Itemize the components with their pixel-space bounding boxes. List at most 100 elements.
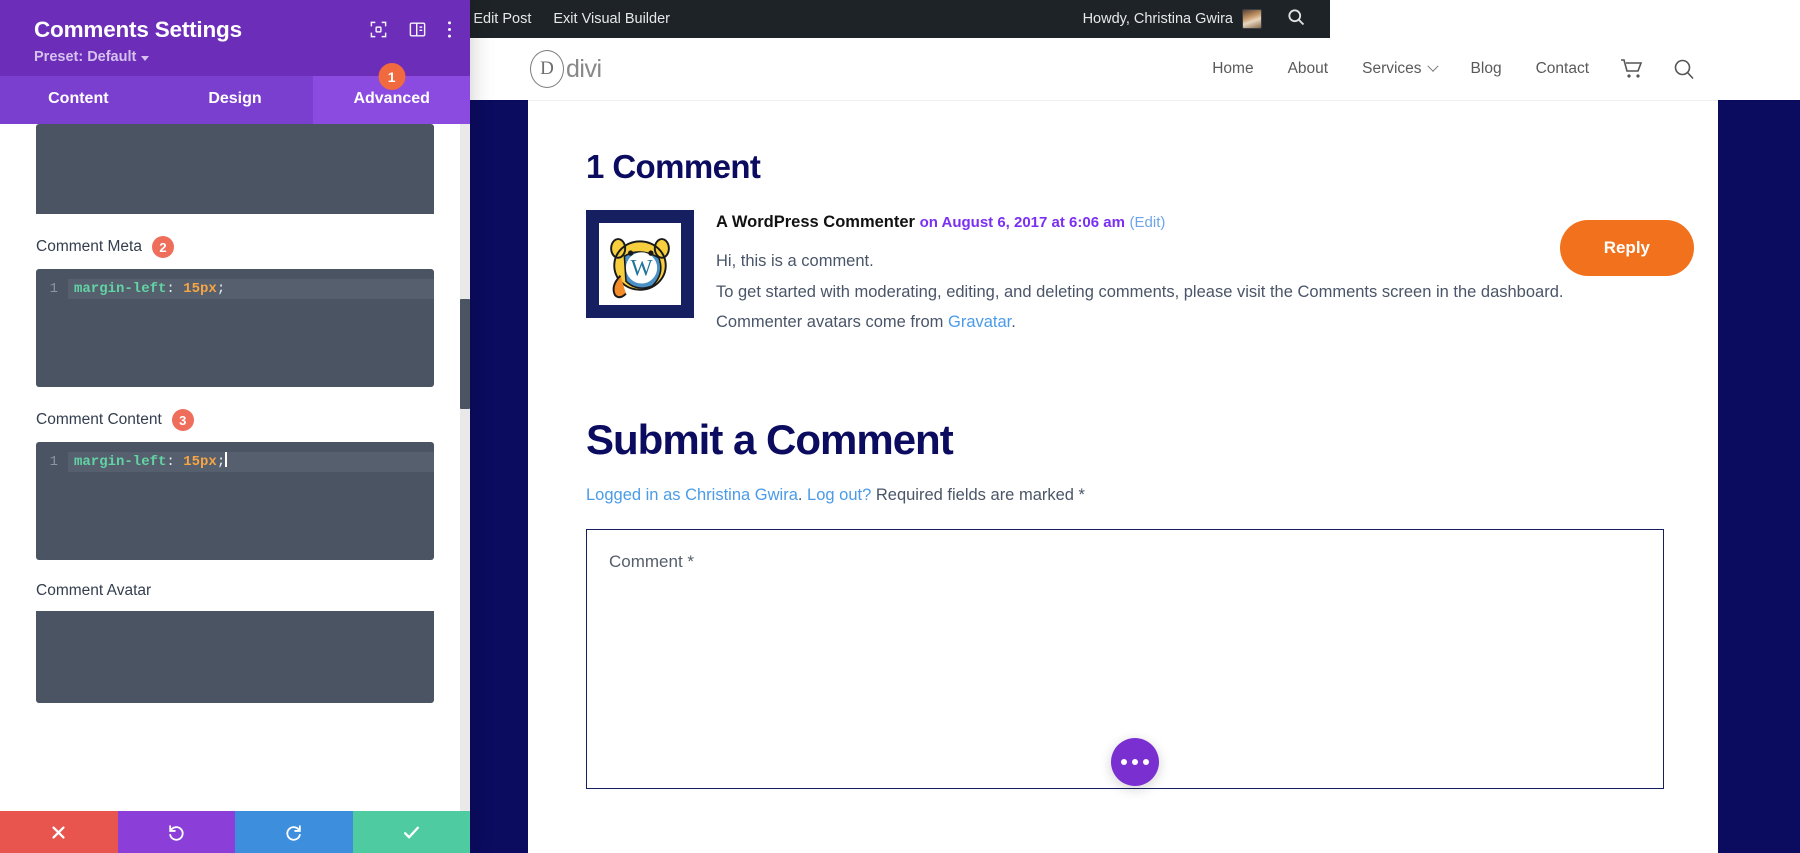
undo-icon bbox=[167, 823, 186, 842]
site-header: D divi Home About Services Blog Contact bbox=[470, 38, 1800, 100]
code-editor-comment-content[interactable]: 1 margin-left: 15px; bbox=[36, 442, 434, 560]
primary-nav: Home About Services Blog Contact bbox=[1195, 57, 1710, 81]
site-preview: D divi Home About Services Blog Contact … bbox=[470, 0, 1800, 853]
tab-content[interactable]: Content bbox=[0, 76, 157, 124]
chevron-down-icon bbox=[1426, 60, 1439, 72]
comment-paragraph-tail: . bbox=[1011, 313, 1016, 332]
text-cursor bbox=[225, 452, 227, 467]
css-semicolon: ; bbox=[216, 281, 226, 297]
logged-in-user-link[interactable]: Logged in as Christina Gwira bbox=[586, 486, 798, 504]
comment-paragraph-lead: Commenter avatars come from bbox=[716, 313, 948, 332]
logged-in-prefix: Logged in as bbox=[586, 485, 686, 504]
cancel-button[interactable] bbox=[0, 811, 118, 853]
nav-item-home[interactable]: Home bbox=[1195, 60, 1270, 78]
code-editor-comment-avatar[interactable] bbox=[36, 611, 434, 703]
preset-selector[interactable]: Preset: Default bbox=[34, 49, 150, 65]
modal-body: Comment Meta 2 1 margin-left: 15px; Comm… bbox=[0, 124, 470, 811]
field-label-text: Comment Meta bbox=[36, 238, 142, 255]
comment-item: W A WordPress Commenter on August 6, 201… bbox=[586, 210, 1694, 338]
three-dots-icon bbox=[1132, 759, 1138, 765]
comment-placeholder: Comment * bbox=[609, 551, 695, 571]
comments-heading: 1 Comment bbox=[586, 148, 761, 185]
chevron-down-icon bbox=[141, 55, 150, 61]
tab-label: Content bbox=[48, 90, 109, 107]
admin-bar-howdy[interactable]: Howdy, Christina Gwira bbox=[1073, 0, 1272, 38]
comment-body: A WordPress Commenter on August 6, 2017 … bbox=[694, 210, 1664, 338]
nav-item-label: Services bbox=[1362, 60, 1422, 77]
divi-logo[interactable]: D divi bbox=[530, 50, 602, 88]
code-line: 1 margin-left: 15px; bbox=[36, 452, 434, 472]
css-colon: : bbox=[166, 281, 175, 297]
field-block-comment-meta: Comment Meta 2 1 margin-left: 15px; bbox=[36, 214, 434, 387]
field-block-partial bbox=[36, 124, 434, 214]
comment-edit-link[interactable]: (Edit) bbox=[1130, 214, 1166, 231]
layout-icon[interactable] bbox=[408, 20, 427, 39]
css-semicolon: ; bbox=[216, 454, 226, 470]
svg-text:W: W bbox=[631, 256, 654, 282]
more-vertical-icon[interactable] bbox=[447, 20, 452, 39]
admin-bar-right: Howdy, Christina Gwira bbox=[1073, 0, 1330, 38]
admin-bar-exit-visual-builder[interactable]: Exit Visual Builder bbox=[542, 0, 681, 38]
howdy-label: Howdy, Christina Gwira bbox=[1082, 11, 1233, 27]
submit-comment-heading: Submit a Comment bbox=[586, 415, 954, 463]
undo-button[interactable] bbox=[117, 811, 235, 853]
comments-settings-modal: Comments Settings Preset: Default Conten… bbox=[0, 0, 471, 853]
css-property: margin-left bbox=[74, 281, 167, 297]
nav-item-blog[interactable]: Blog bbox=[1454, 60, 1519, 78]
comment-author: A WordPress Commenter bbox=[716, 213, 915, 231]
modal-header-actions bbox=[369, 20, 452, 39]
check-icon bbox=[402, 823, 421, 842]
tab-design[interactable]: Design bbox=[157, 76, 314, 124]
field-label-comment-avatar: Comment Avatar bbox=[36, 560, 434, 611]
css-colon: : bbox=[166, 454, 175, 470]
nav-item-services[interactable]: Services bbox=[1345, 60, 1453, 78]
nav-item-contact[interactable]: Contact bbox=[1519, 60, 1606, 78]
nav-item-about[interactable]: About bbox=[1271, 60, 1346, 78]
step-badge-3: 3 bbox=[171, 409, 194, 431]
field-block-comment-avatar: Comment Avatar bbox=[36, 560, 434, 703]
expand-icon[interactable] bbox=[369, 20, 388, 39]
comment-meta: A WordPress Commenter on August 6, 2017 … bbox=[716, 212, 1664, 233]
code-editor-partial[interactable] bbox=[36, 124, 434, 214]
tab-label: Design bbox=[208, 90, 262, 107]
reply-button[interactable]: Reply bbox=[1559, 220, 1694, 276]
comment-paragraph: Commenter avatars come from Gravatar. bbox=[716, 307, 1664, 338]
logged-in-user: Christina Gwira bbox=[685, 485, 798, 504]
logout-link[interactable]: Log out? bbox=[807, 486, 871, 504]
field-label-comment-content: Comment Content 3 bbox=[36, 387, 434, 442]
tab-advanced[interactable]: 1 Advanced bbox=[313, 63, 471, 124]
search-icon[interactable] bbox=[1658, 57, 1710, 81]
field-label-text: Comment Content bbox=[36, 411, 162, 428]
scrollbar-thumb[interactable] bbox=[460, 299, 470, 409]
three-dots-icon bbox=[1143, 759, 1149, 765]
cart-icon[interactable] bbox=[1606, 58, 1658, 80]
code-editor-comment-meta[interactable]: 1 margin-left: 15px; bbox=[36, 269, 434, 387]
nav-item-label: Blog bbox=[1470, 60, 1502, 77]
field-label-comment-meta: Comment Meta 2 bbox=[36, 214, 434, 269]
field-label-text: Comment Avatar bbox=[36, 582, 152, 599]
redo-icon bbox=[284, 823, 303, 842]
step-badge-2: 2 bbox=[151, 236, 174, 258]
line-number: 1 bbox=[49, 454, 58, 470]
scrollbar-track[interactable] bbox=[460, 124, 470, 811]
admin-bar-label: Edit Post bbox=[473, 11, 532, 27]
nav-item-label: Home bbox=[1212, 60, 1254, 77]
avatar bbox=[1242, 9, 1262, 29]
nav-item-label: Contact bbox=[1535, 60, 1589, 77]
required-fields-note: Required fields are marked * bbox=[871, 485, 1085, 504]
admin-bar-label: Exit Visual Builder bbox=[553, 11, 670, 27]
code-content: margin-left: 15px; bbox=[68, 279, 434, 299]
redo-button[interactable] bbox=[235, 811, 353, 853]
logged-in-notice: Logged in as Christina Gwira. Log out? R… bbox=[586, 486, 1664, 505]
screen-root: D divi Home About Services Blog Contact … bbox=[0, 0, 1800, 853]
three-dots-icon bbox=[1121, 759, 1127, 765]
divi-menu-fab[interactable] bbox=[1111, 738, 1159, 786]
save-button[interactable] bbox=[352, 811, 470, 853]
admin-bar-search[interactable] bbox=[1272, 0, 1320, 38]
gravatar-link[interactable]: Gravatar bbox=[948, 313, 1011, 331]
comment-date: on August 6, 2017 at 6:06 am bbox=[919, 214, 1125, 231]
comment-text: Hi, this is a comment. To get started wi… bbox=[716, 246, 1664, 338]
step-badge-1: 1 bbox=[378, 63, 406, 90]
preset-label: Preset: Default bbox=[34, 49, 137, 65]
right-rail bbox=[1718, 100, 1800, 853]
